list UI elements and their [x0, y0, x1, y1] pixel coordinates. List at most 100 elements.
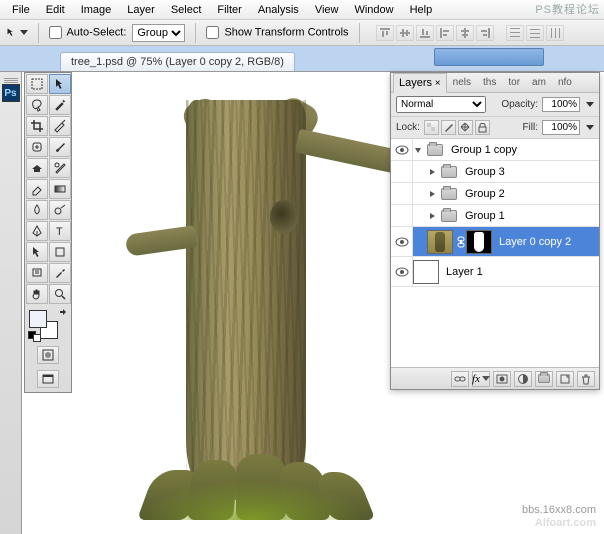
- eyedropper-tool[interactable]: [49, 263, 71, 283]
- fill-flyout-icon[interactable]: [586, 125, 594, 130]
- tab-paths[interactable]: ths: [477, 73, 502, 92]
- layer-name[interactable]: Group 1: [461, 210, 595, 222]
- type-tool[interactable]: T: [49, 221, 71, 241]
- layer-row[interactable]: Layer 1: [391, 257, 599, 287]
- align-left-button[interactable]: [436, 25, 454, 41]
- menu-analysis[interactable]: Analysis: [250, 2, 307, 18]
- menu-edit[interactable]: Edit: [38, 2, 73, 18]
- layer-thumbnail[interactable]: [427, 230, 453, 254]
- layer-row-group[interactable]: Group 1: [391, 205, 599, 227]
- tab-channels[interactable]: nels: [447, 73, 477, 92]
- visibility-eye-icon[interactable]: [395, 237, 409, 247]
- menu-file[interactable]: File: [4, 2, 38, 18]
- slice-tool[interactable]: [49, 116, 71, 136]
- fill-input[interactable]: [542, 120, 580, 135]
- eraser-tool[interactable]: [26, 179, 48, 199]
- twisty-right-icon[interactable]: [427, 167, 437, 177]
- align-vcenter-button[interactable]: [396, 25, 414, 41]
- path-selection-tool[interactable]: [26, 242, 48, 262]
- menu-window[interactable]: Window: [346, 2, 401, 18]
- blend-mode-dropdown[interactable]: Normal: [396, 96, 486, 113]
- new-group-button[interactable]: [535, 371, 553, 387]
- notes-tool[interactable]: [26, 263, 48, 283]
- layer-name[interactable]: Layer 1: [442, 266, 595, 278]
- menu-image[interactable]: Image: [73, 2, 120, 18]
- menu-view[interactable]: View: [307, 2, 347, 18]
- visibility-eye-icon[interactable]: [395, 145, 409, 155]
- pen-tool[interactable]: [26, 221, 48, 241]
- menu-select[interactable]: Select: [163, 2, 210, 18]
- layer-style-button[interactable]: fx: [472, 371, 490, 387]
- layer-list-empty-area[interactable]: [391, 287, 599, 367]
- blur-tool[interactable]: [26, 200, 48, 220]
- workspace: Ps T: [0, 72, 604, 534]
- layer-row-group[interactable]: Group 1 copy: [391, 139, 599, 161]
- history-brush-tool[interactable]: [49, 158, 71, 178]
- zoom-tool[interactable]: [49, 284, 71, 304]
- layer-name[interactable]: Layer 0 copy 2: [495, 236, 595, 248]
- move-tool[interactable]: [49, 74, 71, 94]
- layer-row-selected[interactable]: Layer 0 copy 2: [391, 227, 599, 257]
- tab-layers[interactable]: Layers ×: [393, 73, 447, 93]
- screen-mode-toggle[interactable]: [26, 367, 70, 391]
- dodge-tool[interactable]: [49, 200, 71, 220]
- lasso-tool[interactable]: [26, 95, 48, 115]
- mask-link-icon[interactable]: [456, 236, 466, 248]
- document-tab[interactable]: tree_1.psd @ 75% (Layer 0 copy 2, RGB/8): [60, 52, 295, 71]
- align-hcenter-button[interactable]: [456, 25, 474, 41]
- tab-histogram[interactable]: am: [526, 73, 552, 92]
- layer-thumbnail[interactable]: [413, 260, 439, 284]
- quick-mask-toggle[interactable]: [26, 343, 70, 367]
- menu-help[interactable]: Help: [402, 2, 441, 18]
- visibility-eye-icon[interactable]: [395, 267, 409, 277]
- opacity-flyout-icon[interactable]: [586, 102, 594, 107]
- layer-row-group[interactable]: Group 2: [391, 183, 599, 205]
- lock-position-button[interactable]: [458, 120, 473, 135]
- layer-name[interactable]: Group 3: [461, 166, 595, 178]
- lock-pixels-button[interactable]: [441, 120, 456, 135]
- crop-tool[interactable]: [26, 116, 48, 136]
- add-mask-button[interactable]: [493, 371, 511, 387]
- marquee-tool[interactable]: [26, 74, 48, 94]
- color-swatches[interactable]: [26, 307, 70, 343]
- new-layer-button[interactable]: [556, 371, 574, 387]
- lock-all-button[interactable]: [475, 120, 490, 135]
- tab-navigator[interactable]: tor: [502, 73, 526, 92]
- layer-name[interactable]: Group 1 copy: [447, 144, 595, 156]
- link-layers-button[interactable]: [451, 371, 469, 387]
- swap-colors-icon[interactable]: [58, 308, 68, 318]
- menu-filter[interactable]: Filter: [209, 2, 249, 18]
- gradient-tool[interactable]: [49, 179, 71, 199]
- twisty-down-icon[interactable]: [413, 145, 423, 155]
- clone-stamp-tool[interactable]: [26, 158, 48, 178]
- twisty-right-icon[interactable]: [427, 189, 437, 199]
- foreground-color[interactable]: [29, 310, 47, 328]
- menu-layer[interactable]: Layer: [119, 2, 163, 18]
- lock-transparency-button[interactable]: [424, 120, 439, 135]
- brush-tool[interactable]: [49, 137, 71, 157]
- distribute-vcenter-button[interactable]: [526, 25, 544, 41]
- layer-name[interactable]: Group 2: [461, 188, 595, 200]
- distribute-bottom-button[interactable]: [546, 25, 564, 41]
- layer-mask-thumbnail[interactable]: [466, 230, 492, 254]
- layer-row-group[interactable]: Group 3: [391, 161, 599, 183]
- hand-tool[interactable]: [26, 284, 48, 304]
- svg-text:T: T: [56, 226, 63, 238]
- shape-tool[interactable]: [49, 242, 71, 262]
- tab-info[interactable]: nfo: [552, 73, 578, 92]
- align-right-button[interactable]: [476, 25, 494, 41]
- opacity-input[interactable]: [542, 97, 580, 112]
- show-transform-checkbox[interactable]: Show Transform Controls: [206, 26, 348, 39]
- align-bottom-button[interactable]: [416, 25, 434, 41]
- auto-select-checkbox[interactable]: Auto-Select:: [49, 26, 126, 39]
- new-adjustment-button[interactable]: [514, 371, 532, 387]
- healing-brush-tool[interactable]: [26, 137, 48, 157]
- align-top-button[interactable]: [376, 25, 394, 41]
- magic-wand-tool[interactable]: [49, 95, 71, 115]
- distribute-top-button[interactable]: [506, 25, 524, 41]
- twisty-right-icon[interactable]: [427, 211, 437, 221]
- auto-select-dropdown[interactable]: Group: [132, 24, 185, 42]
- default-colors-icon[interactable]: [28, 331, 41, 342]
- app-frame-left: Ps: [0, 72, 22, 534]
- delete-layer-button[interactable]: [577, 371, 595, 387]
